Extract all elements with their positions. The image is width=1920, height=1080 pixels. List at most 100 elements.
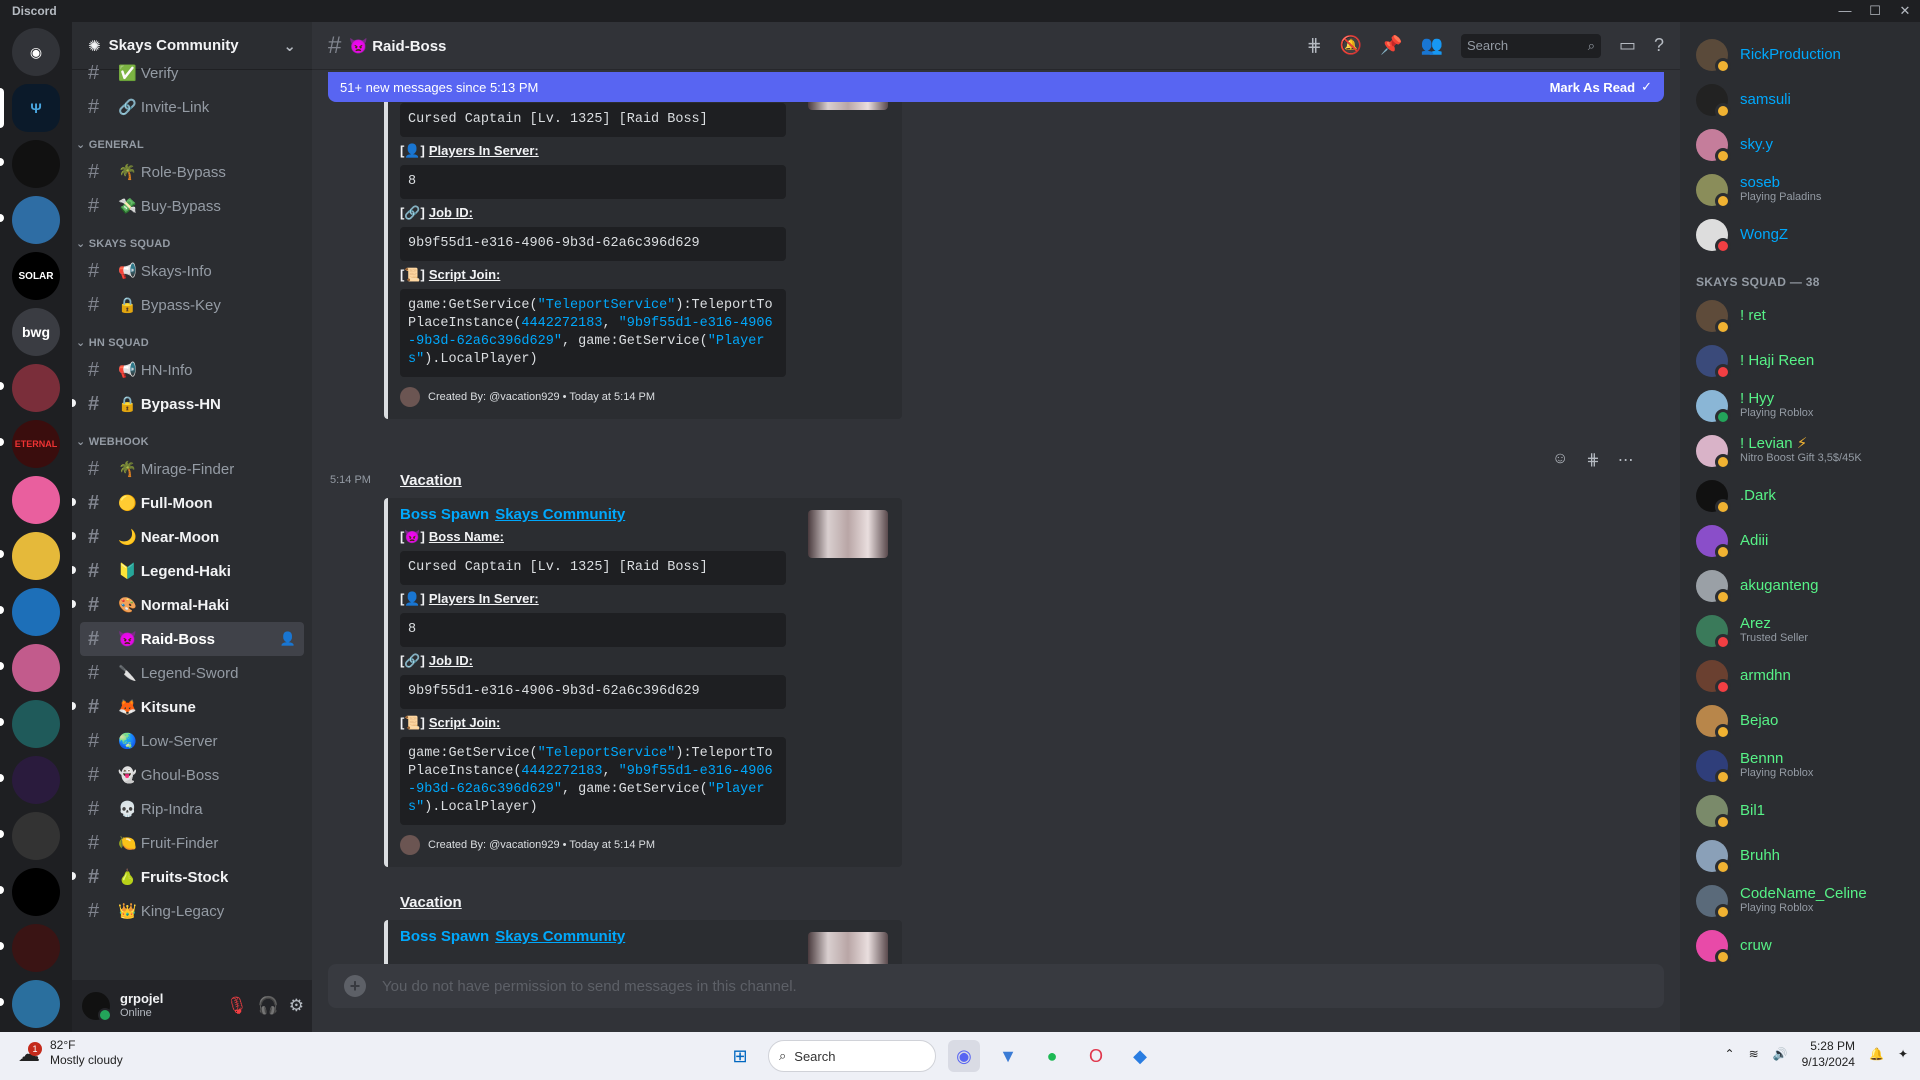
gear-icon[interactable]: ⚙	[289, 996, 304, 1016]
discord-taskbar-icon[interactable]: ◉	[948, 1040, 980, 1072]
member-item[interactable]: sky.y	[1680, 122, 1920, 167]
pin-icon[interactable]: 📌	[1380, 35, 1402, 56]
channel-king-legacy[interactable]: # 👑 King-Legacy	[80, 894, 304, 928]
member-list-icon[interactable]: 👥	[1421, 35, 1443, 56]
taskbar-search[interactable]: ⌕ Search	[768, 1040, 936, 1072]
embed-thumbnail[interactable]	[808, 510, 888, 558]
channel-ghoul-boss[interactable]: # 👻 Ghoul-Boss	[80, 758, 304, 792]
member-item[interactable]: akuganteng	[1680, 563, 1920, 608]
member-item[interactable]: CodeName_Celine Playing Roblox	[1680, 878, 1920, 923]
channel-hn-info[interactable]: # 📢 HN-Info	[80, 353, 304, 387]
server-icon-8[interactable]	[12, 476, 60, 524]
member-item[interactable]: Bruhh	[1680, 833, 1920, 878]
category-skays-squad[interactable]: SKAYS SQUAD	[72, 223, 312, 254]
channel-full-moon[interactable]: # 🟡 Full-Moon	[72, 486, 304, 520]
message-author[interactable]: Vacation	[400, 472, 462, 489]
member-item[interactable]: cruw	[1680, 923, 1920, 968]
channel-buy-bypass[interactable]: # 💸 Buy-Bypass	[80, 189, 304, 223]
vpn-icon[interactable]: ▼	[992, 1040, 1024, 1072]
category-hn-squad[interactable]: HN SQUAD	[72, 322, 312, 353]
server-icon-solar[interactable]: SOLAR	[12, 252, 60, 300]
server-icon-12[interactable]	[0, 700, 60, 748]
headphones-icon[interactable]: 🎧	[258, 996, 279, 1016]
channel-fruits-stock[interactable]: # 🍐 Fruits-Stock	[72, 860, 304, 894]
channel-low-server[interactable]: # 🌏 Low-Server	[80, 724, 304, 758]
chevron-up-icon[interactable]: ⌃	[1725, 1047, 1735, 1061]
member-item[interactable]: Arez Trusted Seller	[1680, 608, 1920, 653]
category-general[interactable]: GENERAL	[72, 124, 312, 155]
channel-bypass-hn[interactable]: # 🔒 Bypass-HN	[72, 387, 304, 421]
windows-start-icon[interactable]: ⊞	[724, 1040, 756, 1072]
maximize-icon[interactable]: ☐	[1860, 0, 1890, 22]
member-item[interactable]: RickProduction	[1680, 32, 1920, 77]
thread-icon[interactable]: ⋕	[1586, 450, 1599, 470]
channel-kitsune[interactable]: # 🦊 Kitsune	[72, 690, 304, 724]
search-input[interactable]: Search ⌕	[1460, 33, 1601, 58]
microphone-muted-icon[interactable]: 🎙	[226, 996, 248, 1016]
category-webhook[interactable]: WEBHOOK	[72, 421, 312, 452]
member-item[interactable]: Bil1	[1680, 788, 1920, 833]
copilot-icon[interactable]: ✦	[1898, 1047, 1908, 1061]
server-icon-16[interactable]	[0, 924, 60, 972]
server-icon-skays[interactable]: Ψ	[0, 84, 60, 132]
embed-link[interactable]: Skays Community	[495, 928, 625, 945]
add-reaction-icon[interactable]: ☺	[1552, 450, 1568, 470]
channel-skays-info[interactable]: # 📢 Skays-Info	[80, 254, 304, 288]
server-icon-10[interactable]	[0, 588, 60, 636]
channel-mirage-finder[interactable]: # 🌴 Mirage-Finder	[80, 452, 304, 486]
server-icon-15[interactable]	[0, 868, 60, 916]
channel-normal-haki[interactable]: # 🎨 Normal-Haki	[72, 588, 304, 622]
spotify-icon[interactable]: ●	[1036, 1040, 1068, 1072]
threads-icon[interactable]: ⋕	[1307, 35, 1322, 56]
message-author[interactable]: Vacation	[400, 894, 462, 911]
member-item[interactable]: soseb Playing Paladins	[1680, 167, 1920, 212]
server-icon-6[interactable]	[0, 364, 60, 412]
mark-as-read-button[interactable]: Mark As Read	[1550, 80, 1636, 95]
member-item[interactable]: ! ret	[1680, 293, 1920, 338]
embed-link[interactable]: Skays Community	[495, 506, 625, 523]
server-icon-bwg[interactable]: bwg	[12, 308, 60, 356]
member-item[interactable]: Bejao	[1680, 698, 1920, 743]
member-item[interactable]: ! Levian ⚡ Nitro Boost Gift 3,5$/45K	[1680, 428, 1920, 473]
new-messages-banner[interactable]: 51+ new messages since 5:13 PM Mark As R…	[328, 72, 1664, 102]
minimize-icon[interactable]: —	[1830, 0, 1860, 22]
channel-legend-haki[interactable]: # 🔰 Legend-Haki	[72, 554, 304, 588]
help-icon[interactable]: ?	[1654, 35, 1664, 56]
member-item[interactable]: .Dark	[1680, 473, 1920, 518]
member-item[interactable]: armdhn	[1680, 653, 1920, 698]
close-icon[interactable]: ✕	[1890, 0, 1920, 22]
channel-bypass-key[interactable]: # 🔒 Bypass-Key	[80, 288, 304, 322]
channel-verify[interactable]: # ✅ Verify	[80, 56, 304, 90]
inbox-icon[interactable]: ▭	[1619, 35, 1636, 56]
clock[interactable]: 5:28 PM 9/13/2024	[1802, 1038, 1855, 1070]
more-options-icon[interactable]: ⋯	[1618, 450, 1634, 470]
channel-fruit-finder[interactable]: # 🍋 Fruit-Finder	[80, 826, 304, 860]
bell-icon[interactable]: 🔔	[1869, 1047, 1884, 1061]
channel-raid-boss[interactable]: # 👿 Raid-Boss 👤	[80, 622, 304, 656]
wifi-icon[interactable]: ≋	[1749, 1047, 1759, 1061]
volume-icon[interactable]: 🔊	[1773, 1047, 1788, 1061]
notification-bell-muted-icon[interactable]: 🔕	[1340, 35, 1362, 56]
channel-role-bypass[interactable]: # 🌴 Role-Bypass	[80, 155, 304, 189]
member-item[interactable]: Bennn Playing Roblox	[1680, 743, 1920, 788]
member-item[interactable]: Adiii	[1680, 518, 1920, 563]
server-icon-11[interactable]	[0, 644, 60, 692]
channel-rip-indra[interactable]: # 💀 Rip-Indra	[80, 792, 304, 826]
server-icon-2[interactable]	[0, 140, 60, 188]
channel-legend-sword[interactable]: # 🔪 Legend-Sword	[80, 656, 304, 690]
home-button[interactable]: ◉	[12, 28, 60, 76]
add-member-icon[interactable]: 👤	[280, 631, 296, 647]
member-item[interactable]: ! Hyy Playing Roblox	[1680, 383, 1920, 428]
channel-near-moon[interactable]: # 🌙 Near-Moon	[72, 520, 304, 554]
opera-icon[interactable]: O	[1080, 1040, 1112, 1072]
server-icon-9[interactable]	[0, 532, 60, 580]
channel-invite-link[interactable]: # 🔗 Invite-Link	[80, 90, 304, 124]
member-item[interactable]: WongZ	[1680, 212, 1920, 257]
server-icon-14[interactable]	[0, 812, 60, 860]
avatar[interactable]	[80, 990, 112, 1022]
server-icon-17[interactable]	[0, 980, 60, 1028]
app-icon[interactable]: ◆	[1124, 1040, 1156, 1072]
weather-widget[interactable]: ☁1 82°FMostly cloudy	[18, 1038, 123, 1068]
member-item[interactable]: ! Haji Reen	[1680, 338, 1920, 383]
server-icon-3[interactable]	[0, 196, 60, 244]
